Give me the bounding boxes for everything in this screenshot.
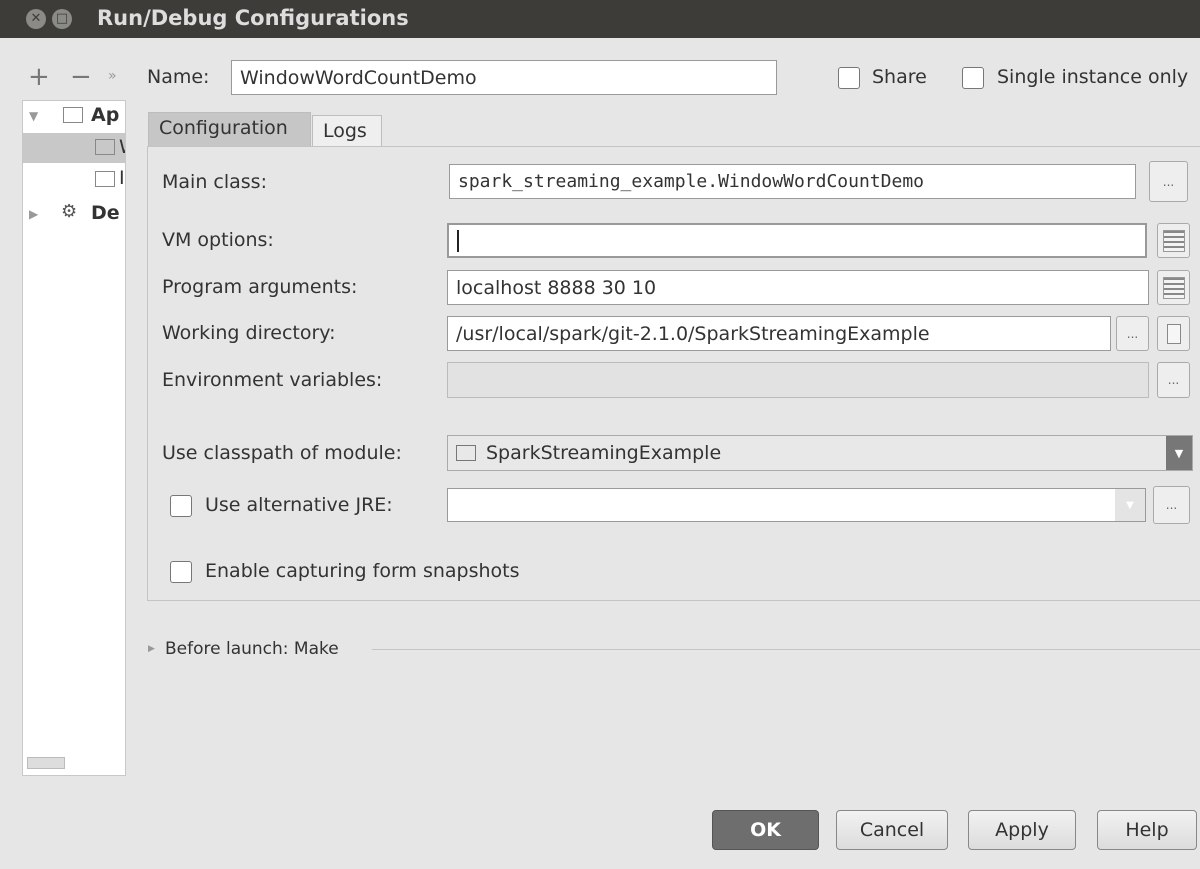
capture-snapshots-label: Enable capturing form snapshots	[205, 560, 520, 582]
window-title: Run/Debug Configurations	[97, 6, 409, 30]
chevron-down-icon[interactable]: ▼	[1115, 489, 1145, 521]
tree-item-application[interactable]: Ap	[91, 104, 119, 126]
name-input[interactable]: WindowWordCountDemo	[231, 60, 777, 95]
tab-logs[interactable]: Logs	[312, 115, 382, 150]
alternative-jre-browse-button[interactable]: ...	[1153, 486, 1190, 524]
expand-editor-icon	[1162, 276, 1185, 299]
vm-options-input[interactable]	[447, 223, 1147, 258]
classpath-module-label: Use classpath of module:	[162, 442, 402, 464]
classpath-module-select[interactable]: SparkStreamingExample ▼	[447, 435, 1193, 471]
maximize-icon[interactable]: □	[52, 9, 72, 29]
cancel-button[interactable]: Cancel	[836, 810, 948, 850]
close-icon[interactable]: ✕	[26, 9, 46, 29]
working-directory-browse-button[interactable]: ...	[1116, 316, 1149, 351]
alternative-jre-label: Use alternative JRE:	[205, 494, 393, 516]
document-icon	[1166, 323, 1181, 344]
before-launch-label[interactable]: Before launch: Make	[165, 639, 339, 659]
tree-item-label: W	[119, 136, 125, 158]
chevron-down-icon[interactable]: ▼	[1166, 436, 1192, 470]
expand-arrow-icon[interactable]: ▼	[29, 109, 38, 123]
divider	[372, 649, 1200, 650]
environment-variables-input[interactable]	[447, 362, 1149, 398]
defaults-icon: ⚙	[61, 201, 78, 222]
program-arguments-expand-button[interactable]	[1157, 270, 1190, 305]
tree-item-config[interactable]: I	[119, 167, 125, 189]
collapse-arrow-icon[interactable]: ▶	[29, 207, 38, 221]
environment-variables-label: Environment variables:	[162, 369, 383, 391]
application-icon	[63, 107, 83, 123]
single-instance-checkbox[interactable]	[962, 67, 984, 89]
classpath-module-value: SparkStreamingExample	[486, 442, 722, 464]
single-instance-label: Single instance only	[997, 66, 1189, 88]
config-icon	[95, 171, 115, 187]
config-tree[interactable]: ▼ Ap W I ▶ ⚙ De	[22, 100, 126, 776]
tree-item-selected[interactable]: W	[23, 133, 125, 163]
add-icon[interactable]: +	[28, 62, 50, 92]
tree-item-defaults[interactable]: De	[91, 202, 120, 224]
expand-arrow-icon[interactable]: ▶	[148, 644, 155, 654]
name-label: Name:	[147, 66, 210, 88]
module-icon	[456, 445, 476, 461]
macro-button[interactable]	[1157, 316, 1190, 351]
alternative-jre-checkbox[interactable]	[170, 495, 192, 517]
remove-icon[interactable]: −	[70, 62, 92, 92]
capture-snapshots-checkbox[interactable]	[170, 561, 192, 583]
vm-options-label: VM options:	[162, 229, 274, 251]
working-directory-input[interactable]: /usr/local/spark/git-2.1.0/SparkStreamin…	[447, 316, 1111, 351]
more-icon[interactable]: »	[108, 68, 117, 84]
help-button[interactable]: Help	[1097, 810, 1197, 850]
main-class-input[interactable]: spark_streaming_example.WindowWordCountD…	[449, 164, 1136, 199]
main-class-browse-button[interactable]: ...	[1149, 161, 1188, 202]
vm-options-expand-button[interactable]	[1157, 223, 1190, 258]
ok-button[interactable]: OK	[712, 810, 819, 850]
title-bar: ✕ □ Run/Debug Configurations	[0, 0, 1200, 38]
main-class-label: Main class:	[162, 171, 267, 193]
share-label: Share	[872, 66, 927, 88]
share-checkbox[interactable]	[838, 67, 860, 89]
environment-variables-browse-button[interactable]: ...	[1157, 362, 1190, 398]
alternative-jre-select[interactable]: ▼	[447, 488, 1146, 522]
expand-editor-icon	[1162, 229, 1185, 252]
text-cursor	[457, 229, 459, 252]
program-arguments-input[interactable]: localhost 8888 30 10	[447, 270, 1149, 305]
horizontal-scrollbar[interactable]	[27, 757, 65, 769]
tab-configuration[interactable]: Configuration	[148, 112, 311, 147]
program-arguments-label: Program arguments:	[162, 276, 358, 298]
apply-button[interactable]: Apply	[968, 810, 1076, 850]
working-directory-label: Working directory:	[162, 322, 336, 344]
config-icon	[95, 139, 115, 155]
